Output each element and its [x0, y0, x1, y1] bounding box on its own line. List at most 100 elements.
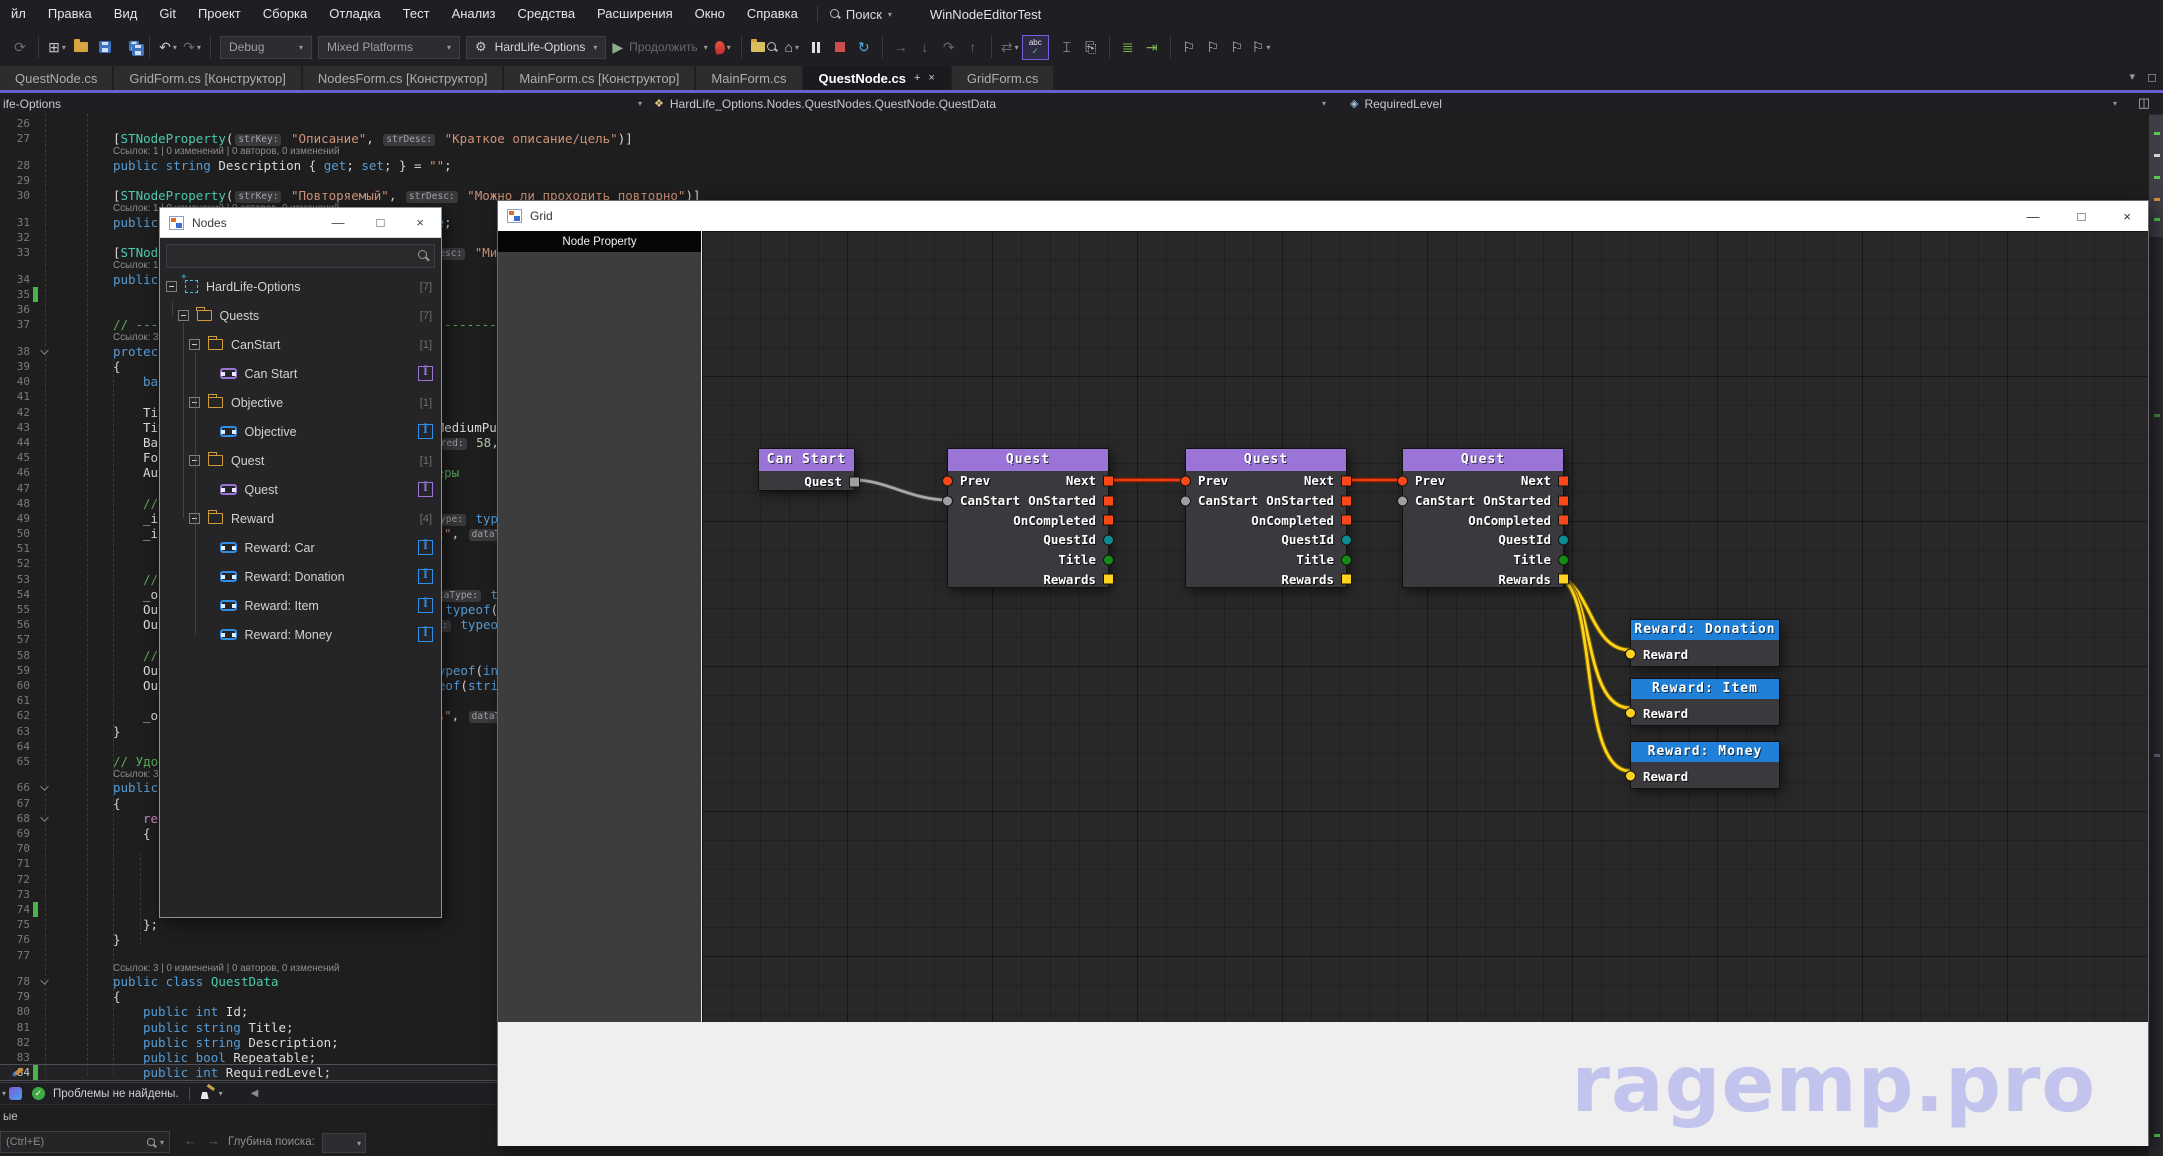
output-port[interactable]	[1341, 554, 1352, 565]
input-port[interactable]	[1180, 475, 1191, 486]
menu-item-Расширения[interactable]: Расширения	[586, 0, 684, 28]
tree-item-Reward: Item[interactable]: Reward: ItemĪ	[160, 591, 441, 620]
redo-button[interactable]: ↷▾	[180, 34, 204, 60]
tree-item-HardLife-Options[interactable]: HardLife-Options[7]	[160, 272, 441, 301]
continue-button[interactable]: ▶ Продолжить ▾	[609, 34, 710, 60]
tree-item-CanStart[interactable]: CanStart[1]	[160, 330, 441, 359]
tab-MainForm.cs[interactable]: MainForm.cs	[696, 66, 801, 90]
expander-icon[interactable]	[166, 281, 177, 292]
fold-chevron-icon[interactable]	[40, 813, 48, 821]
breadcrumb-member-dropdown[interactable]: ◈ RequiredLevel ▾	[1350, 97, 2163, 111]
output-port[interactable]	[1103, 534, 1114, 545]
output-port[interactable]	[1103, 495, 1114, 506]
tree-item-Reward: Car[interactable]: Reward: CarĪ	[160, 533, 441, 562]
format-document-button[interactable]: ≣	[1116, 34, 1140, 60]
nodes-search-input[interactable]	[166, 244, 435, 268]
maximize-icon[interactable]: □	[377, 215, 385, 230]
tree-item-Reward[interactable]: Reward[4]	[160, 504, 441, 533]
sync-namespaces-button[interactable]: ⇄▾	[998, 34, 1022, 60]
step-over-icon[interactable]: ↷	[937, 34, 961, 60]
close-icon[interactable]: ×	[416, 215, 424, 230]
chevron-down-icon[interactable]: ▾	[160, 1138, 164, 1147]
tree-item-Quests[interactable]: Quests[7]	[160, 301, 441, 330]
tab-NodesForm.cs [Конструктор][interactable]: NodesForm.cs [Конструктор]	[303, 66, 502, 90]
tab-QuestNode.cs[interactable]: QuestNode.cs+×	[804, 66, 950, 90]
rename-button[interactable]: ⌶	[1055, 34, 1079, 60]
save-all-button[interactable]	[117, 34, 143, 60]
node-graph-canvas[interactable]: Can StartQuest QuestPrevNextCanStartOnSta…	[701, 231, 2148, 1022]
tree-item-Objective[interactable]: ObjectiveĪ	[160, 417, 441, 446]
menu-item-Окно[interactable]: Окно	[684, 0, 736, 28]
tab-MainForm.cs [Конструктор][interactable]: MainForm.cs [Конструктор]	[504, 66, 694, 90]
output-port[interactable]	[1558, 554, 1569, 565]
code-line-29[interactable]: 29	[0, 173, 2149, 188]
editor-scrollbar[interactable]	[2149, 114, 2163, 1156]
expander-icon[interactable]	[178, 310, 189, 321]
input-port[interactable]	[1180, 495, 1191, 506]
close-icon[interactable]: ×	[2123, 209, 2131, 224]
tree-item-Reward: Money[interactable]: Reward: MoneyĪ	[160, 620, 441, 649]
collapse-panel-icon[interactable]: ◀	[251, 1088, 259, 1099]
nodes-window-titlebar[interactable]: Nodes — □ ×	[160, 208, 441, 238]
code-line-28[interactable]: 28public string Description { get; set; …	[0, 158, 2149, 173]
tree-item-Quest[interactable]: QuestĪ	[160, 475, 441, 504]
output-port[interactable]	[1341, 495, 1352, 506]
menu-item-Средства[interactable]: Средства	[506, 0, 586, 28]
output-port[interactable]	[1558, 475, 1569, 486]
format-selection-button[interactable]: ⇥	[1140, 34, 1164, 60]
menu-item-Справка[interactable]: Справка	[736, 0, 809, 28]
toggle-bookmark-button[interactable]: ⚐	[1177, 34, 1201, 60]
tab-list-icon[interactable]: ▾	[2130, 70, 2136, 84]
output-port[interactable]	[1103, 475, 1114, 486]
graph-node-can-start[interactable]: Can StartQuest	[758, 448, 855, 491]
output-port[interactable]	[1558, 574, 1569, 585]
input-port[interactable]	[942, 475, 953, 486]
configuration-combo[interactable]: Debug▾	[220, 36, 312, 59]
tab-GridForm.cs [Конструктор][interactable]: GridForm.cs [Конструктор]	[114, 66, 300, 90]
navigate-back-icon[interactable]: ⟳	[8, 34, 32, 60]
menu-item-Тест[interactable]: Тест	[392, 0, 441, 28]
tree-item-Can Start[interactable]: Can StartĪ	[160, 359, 441, 388]
new-item-button[interactable]: ⊞▾	[45, 34, 69, 60]
step-into-icon[interactable]: ↓	[913, 34, 937, 60]
close-icon[interactable]: ×	[928, 72, 934, 84]
grid-window[interactable]: Grid — □ × Node Property Can StartQuestQ…	[497, 200, 2149, 1146]
spell-check-toggle[interactable]: abc✓	[1022, 35, 1049, 60]
next-bookmark-button[interactable]: ⚐	[1225, 34, 1249, 60]
step-out-icon[interactable]: ↑	[961, 34, 985, 60]
code-line-26[interactable]: 26	[0, 116, 2149, 131]
breadcrumb-project-dropdown[interactable]: ife-Options ▾	[0, 97, 648, 111]
solution-explorer-button[interactable]: ⌂▾	[780, 34, 804, 60]
graph-node-quest-3[interactable]: QuestPrevNextCanStartOnStartedOnComplete…	[1402, 448, 1564, 588]
tree-item-Quest[interactable]: Quest[1]	[160, 446, 441, 475]
extract-method-button[interactable]: ⎘	[1079, 34, 1103, 60]
find-in-files-button[interactable]	[748, 34, 780, 60]
maximize-icon[interactable]: □	[2078, 209, 2086, 224]
graph-node-quest-1[interactable]: QuestPrevNextCanStartOnStartedOnComplete…	[947, 448, 1109, 588]
input-port[interactable]	[1397, 495, 1408, 506]
graph-node-reward-money[interactable]: Reward: MoneyReward	[1630, 741, 1780, 789]
code-line-27[interactable]: 27[STNodeProperty(strKey: "Описание", st…	[0, 131, 2149, 146]
platform-combo[interactable]: Mixed Platforms▾	[318, 36, 460, 59]
tab-GridForm.cs[interactable]: GridForm.cs	[952, 66, 1054, 90]
stop-button[interactable]	[828, 34, 852, 60]
grid-window-titlebar[interactable]: Grid — □ ×	[498, 201, 2148, 231]
menu-item-йл[interactable]: йл	[0, 0, 37, 28]
chevron-down-icon[interactable]: ▾	[219, 1089, 223, 1098]
clear-bookmarks-button[interactable]: ⚐▾	[1249, 34, 1274, 60]
output-port[interactable]	[1103, 574, 1114, 585]
pin-icon[interactable]: +	[914, 72, 920, 84]
output-port[interactable]	[1558, 515, 1569, 526]
output-port[interactable]	[1341, 515, 1352, 526]
show-next-statement-icon[interactable]: →	[889, 34, 913, 60]
undo-button[interactable]: ↶▾	[156, 34, 180, 60]
prev-bookmark-button[interactable]: ⚐	[1201, 34, 1225, 60]
output-port[interactable]	[1558, 534, 1569, 545]
search-depth-combo[interactable]: ▾	[322, 1133, 366, 1153]
tab-QuestNode.cs[interactable]: QuestNode.cs	[0, 66, 112, 90]
prev-result-icon[interactable]: ←	[184, 1133, 197, 1148]
menu-item-Анализ[interactable]: Анализ	[441, 0, 507, 28]
fold-chevron-icon[interactable]	[40, 783, 48, 791]
minimize-icon[interactable]: —	[332, 215, 345, 230]
split-editor-button[interactable]: ◫	[2131, 95, 2157, 112]
